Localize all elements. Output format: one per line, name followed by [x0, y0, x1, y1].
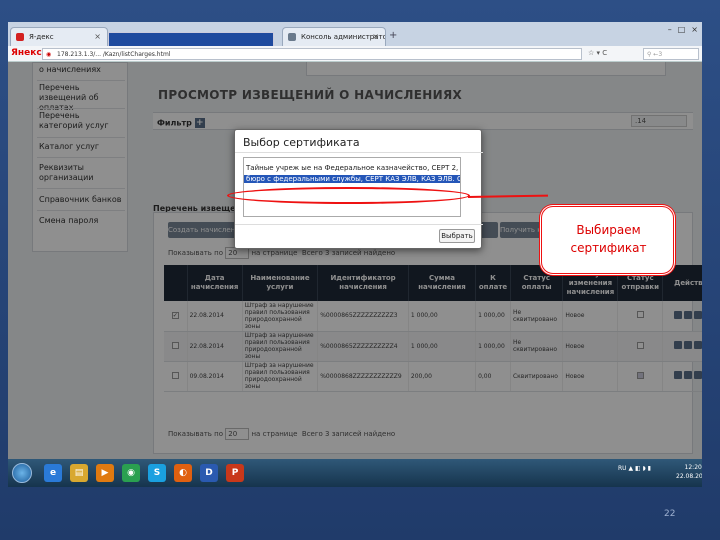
annotation-callout: Выбираем сертификат — [541, 206, 674, 274]
select-button[interactable]: Выбрать — [439, 229, 475, 243]
media-player-icon[interactable]: ▶ — [96, 464, 114, 482]
clock[interactable]: 12:20 22.08.2014 — [676, 463, 702, 481]
ie-icon[interactable]: e — [44, 464, 62, 482]
divider — [235, 224, 483, 225]
tab-close-icon[interactable]: × — [94, 32, 101, 41]
yandex-favicon-icon — [16, 33, 24, 41]
clock-date: 22.08.2014 — [676, 473, 702, 480]
highlight-oval — [227, 187, 470, 204]
firefox-icon[interactable]: ◐ — [174, 464, 192, 482]
dialog-title: Выбор сертификата — [243, 136, 360, 149]
window-controls: – □ × — [668, 25, 698, 34]
minimize-icon[interactable]: – — [668, 25, 672, 34]
maximize-icon[interactable]: □ — [678, 25, 686, 34]
certificate-item[interactable]: Тайные учреж ые на Федеральное казначейс… — [244, 164, 460, 172]
clock-time: 12:20 — [684, 464, 702, 471]
system-tray[interactable]: RU ▲ ◧ ◗ ▮ — [618, 465, 651, 472]
explorer-icon[interactable]: ▤ — [70, 464, 88, 482]
close-window-icon[interactable]: × — [691, 25, 698, 34]
windows-taskbar: e ▤ ▶ ◉ S ◐ DP RU ▲ ◧ ◗ ▮ 12:20 22.08.2014 — [8, 459, 702, 487]
divider — [235, 152, 483, 153]
slide-page-number: 22 — [664, 509, 676, 519]
certificate-item-selected[interactable]: бюро с федеральными службы, СЕРТ КАЗ ЭЛВ… — [244, 175, 460, 183]
start-button-icon[interactable] — [12, 463, 32, 483]
url-text: 178.213.1.3/... /Kazn/listCharges.html — [57, 51, 171, 58]
doc-app-icon[interactable]: D — [200, 464, 218, 482]
tab-admin-console[interactable]: Консоль администратора × — [282, 27, 386, 46]
screenshot-window: Я-декс × Консоль администратора × + – □ … — [8, 22, 702, 487]
browser-nav-bar: Янекс ◉ 178.213.1.3/... /Kazn/listCharge… — [8, 46, 702, 62]
powerpoint-icon[interactable]: P — [226, 464, 244, 482]
address-bar[interactable]: ◉ 178.213.1.3/... /Kazn/listCharges.html — [42, 48, 582, 60]
browser-search-box[interactable]: ⚲ ←3 — [643, 48, 699, 60]
new-tab-icon[interactable]: + — [389, 30, 397, 41]
nav-icons[interactable]: ☆ ▾ C — [588, 49, 607, 57]
search-placeholder: ⚲ ←3 — [647, 51, 663, 58]
callout-text: Выбираем сертификат — [570, 223, 647, 255]
yandex-logo: Янекс — [11, 48, 42, 58]
page-content: о начислениях Перечень извещений об опла… — [8, 62, 702, 459]
console-favicon-icon — [288, 33, 296, 41]
chrome-icon[interactable]: ◉ — [122, 464, 140, 482]
tab-yandex[interactable]: Я-декс × — [10, 27, 108, 46]
site-info-icon: ◉ — [46, 51, 52, 58]
tab-close-icon[interactable]: × — [372, 32, 379, 41]
tab-label: Я-декс — [29, 33, 54, 41]
skype-icon[interactable]: S — [148, 464, 166, 482]
